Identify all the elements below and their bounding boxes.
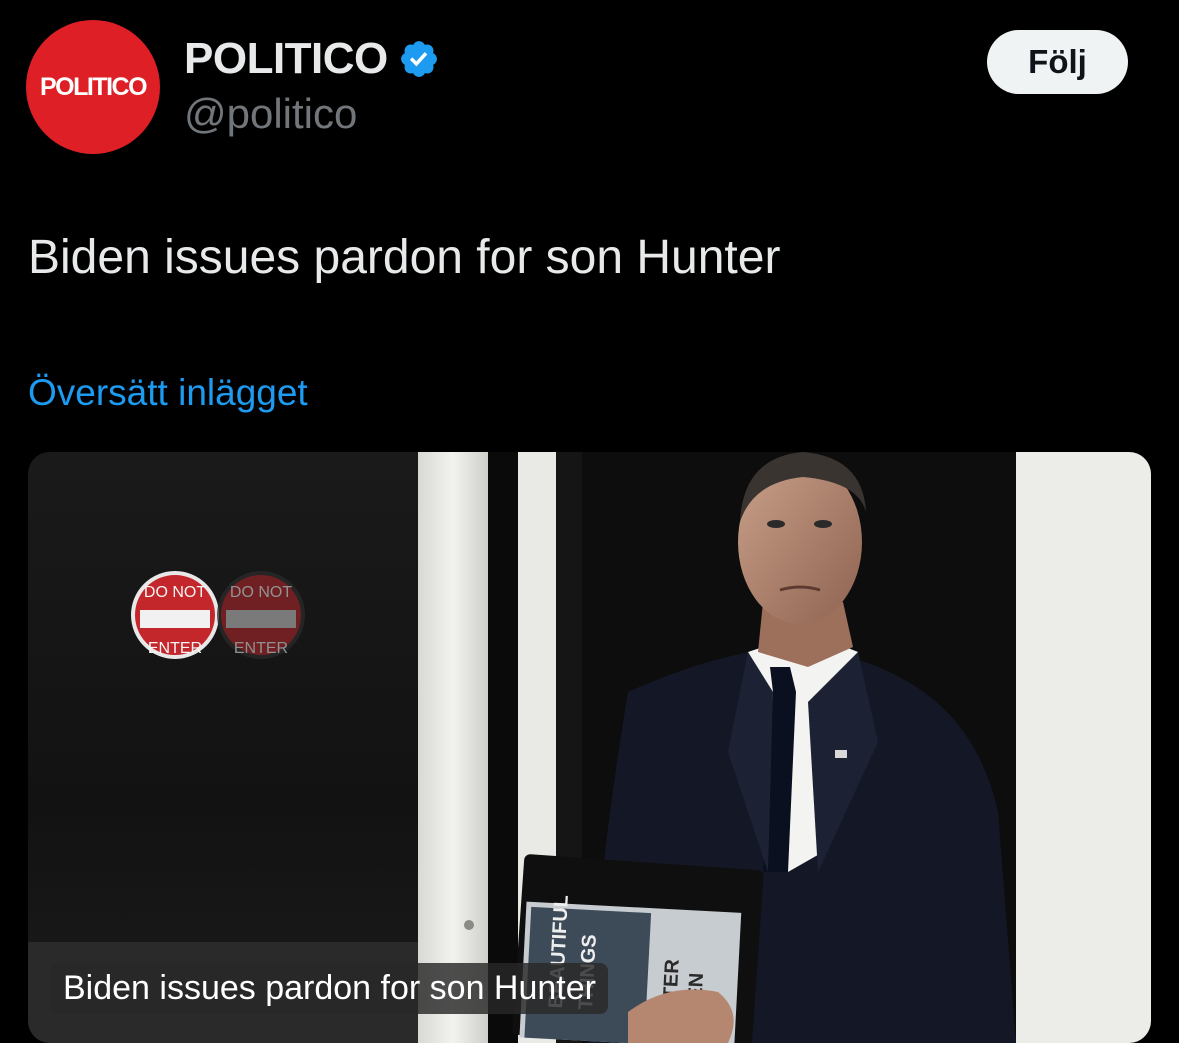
image-caption: Biden issues pardon for son Hunter [51, 963, 608, 1014]
handle[interactable]: @politico [184, 90, 357, 138]
verified-badge-icon [400, 41, 437, 77]
display-name[interactable]: POLITICO [184, 34, 388, 84]
sign-bottom-text-reflection: ENTER [234, 640, 288, 657]
avatar[interactable]: POLITICO [26, 20, 160, 154]
author-name-row: POLITICO [184, 34, 440, 84]
avatar-logo-text: POLITICO [39, 72, 148, 101]
sign-top-text-reflection: DO NOT [230, 584, 292, 601]
follow-button[interactable]: Följ [987, 30, 1128, 94]
tweet-text: Biden issues pardon for son Hunter [28, 231, 781, 284]
do-not-enter-sign: DO NOT ENTER [131, 571, 219, 659]
sign-bottom-text: ENTER [148, 640, 202, 657]
sign-top-text: DO NOT [144, 584, 206, 601]
do-not-enter-sign-reflection: DO NOT ENTER [217, 571, 305, 659]
translate-post-link[interactable]: Översätt inlägget [28, 372, 308, 414]
news-photo: DO NOT ENTER DO NOT ENTER BEAUTIFUL TER … [28, 452, 1151, 1043]
media-image[interactable]: DO NOT ENTER DO NOT ENTER BEAUTIFUL TER … [28, 452, 1151, 1043]
